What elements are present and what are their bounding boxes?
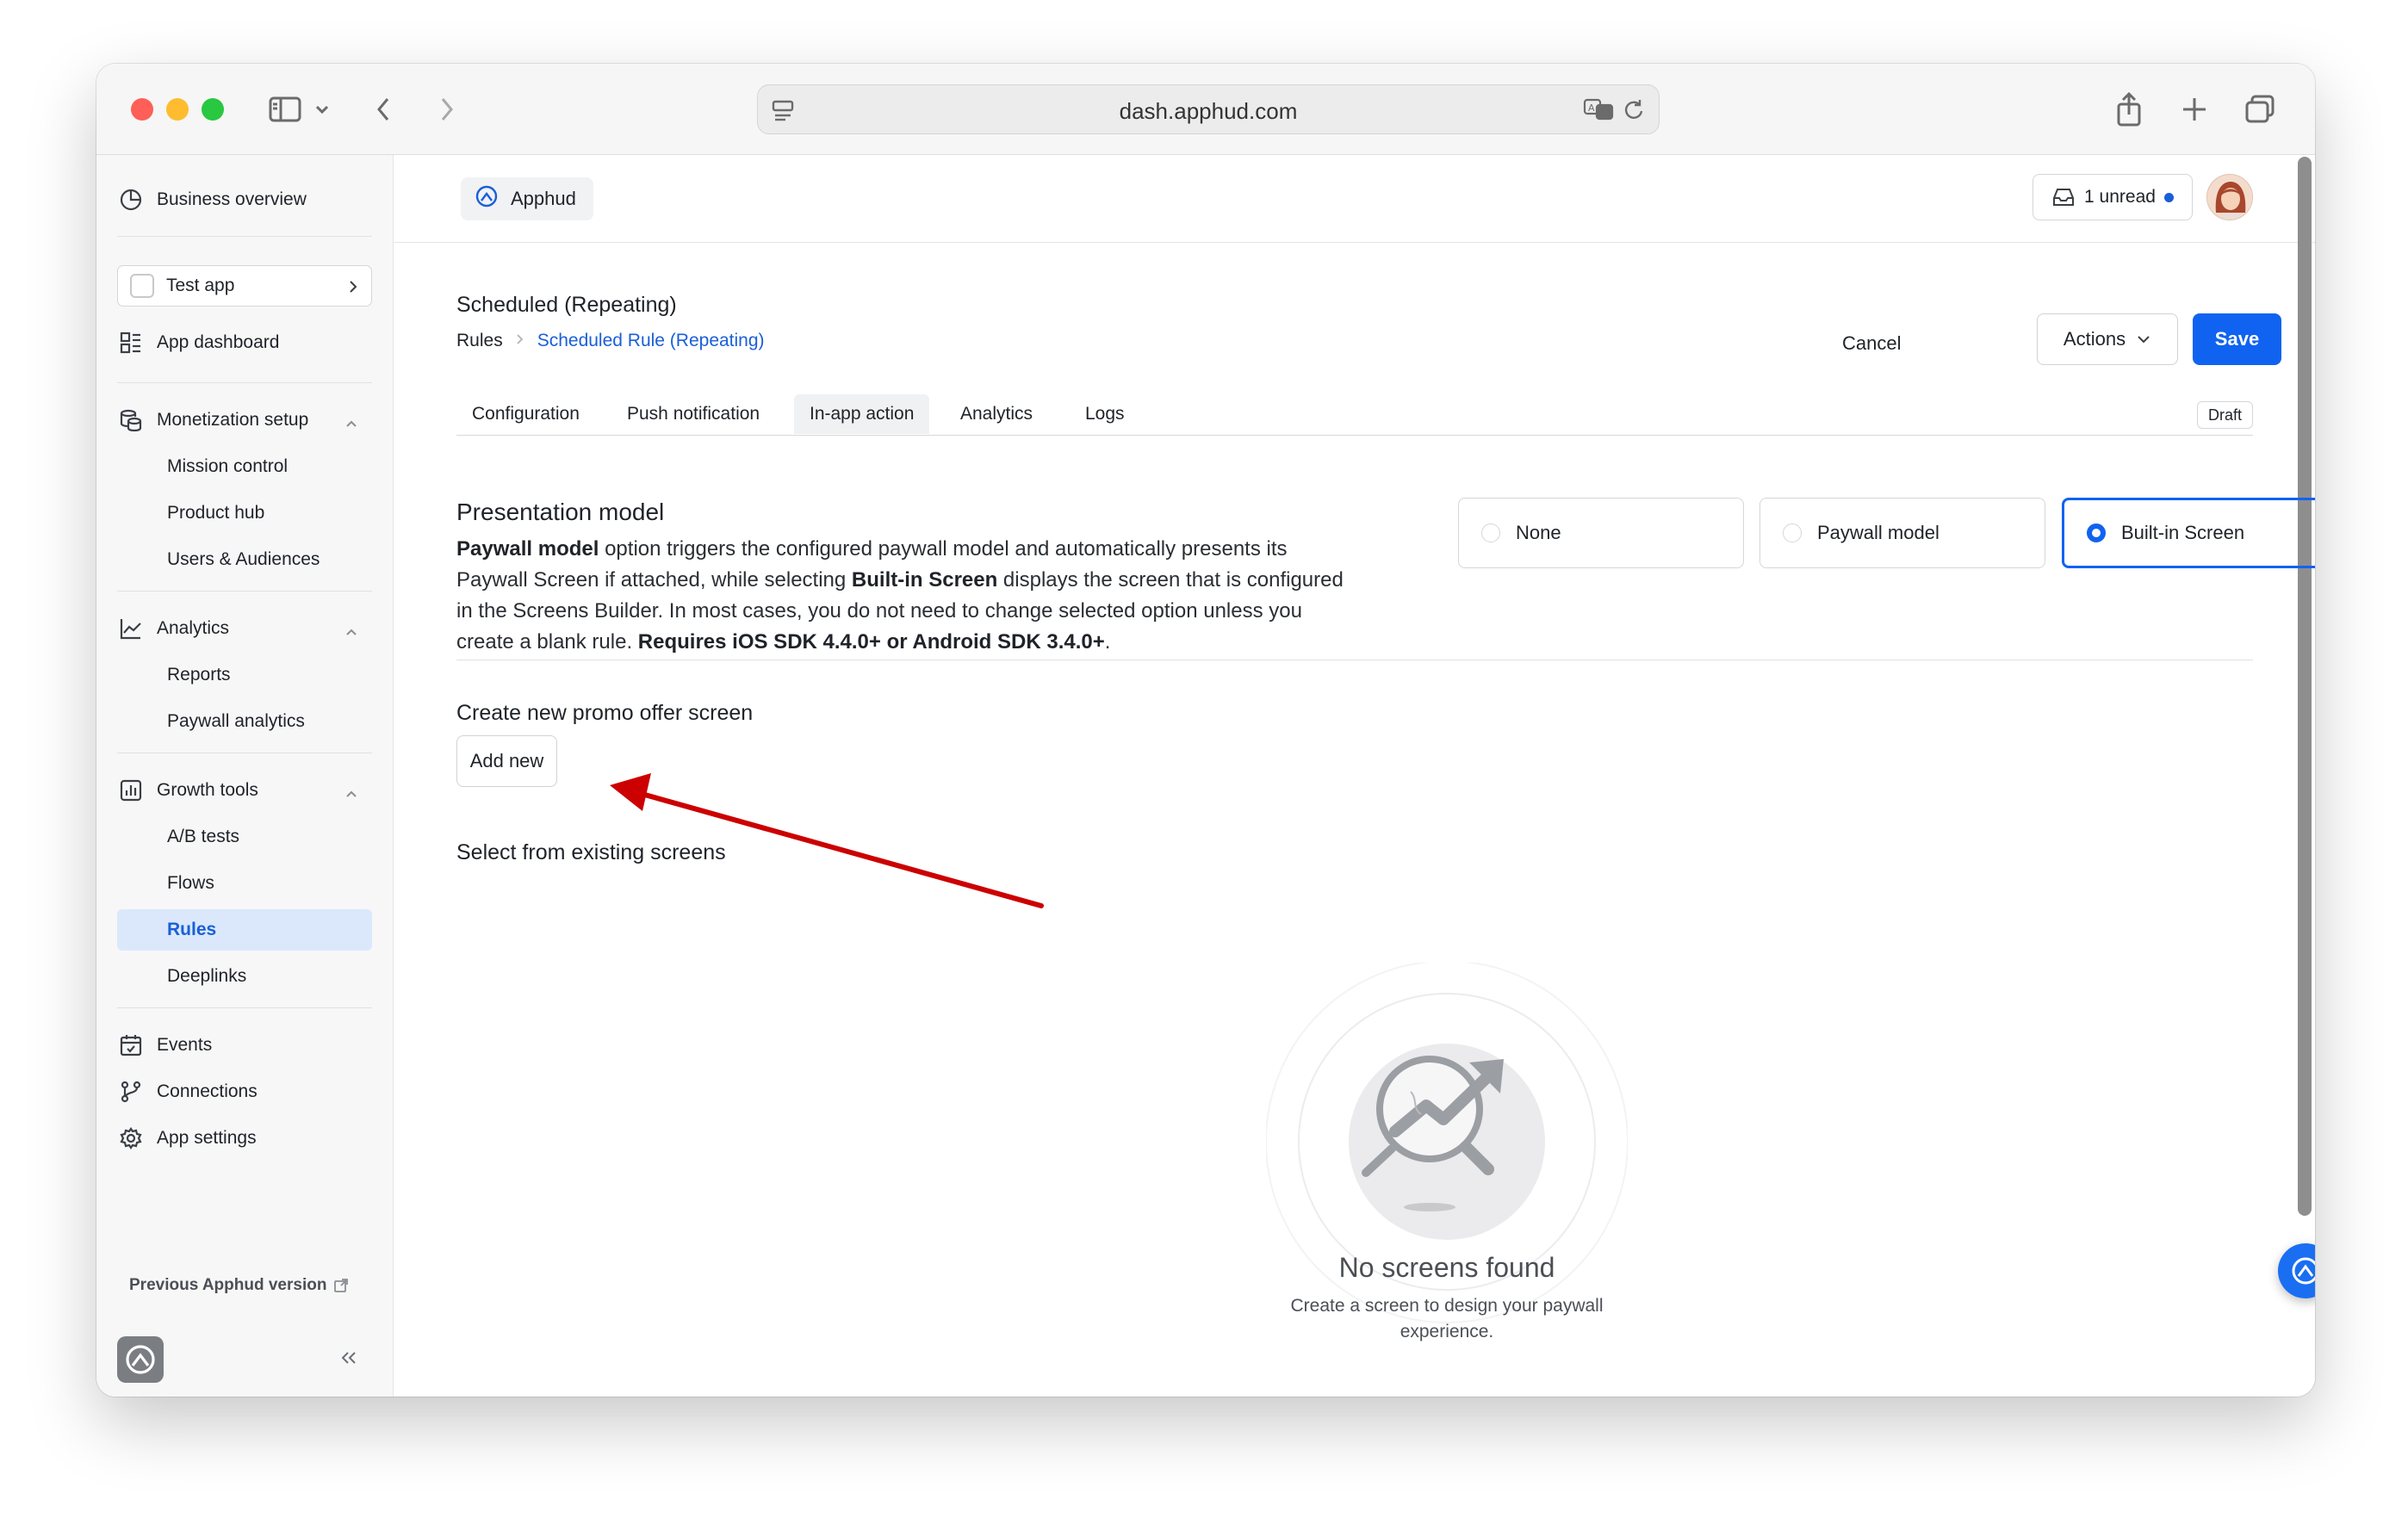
external-link-icon xyxy=(334,1279,349,1292)
apphud-logo[interactable] xyxy=(117,1336,164,1383)
support-chat-button[interactable] xyxy=(2278,1243,2315,1298)
app-name: Test app xyxy=(166,276,235,295)
chevron-down-icon[interactable] xyxy=(312,90,332,129)
add-new-button[interactable]: Add new xyxy=(456,735,557,787)
nav-reports[interactable]: Reports xyxy=(117,654,372,696)
app-icon xyxy=(130,274,154,298)
nav-app-dashboard[interactable]: App dashboard xyxy=(117,322,372,363)
back-icon[interactable] xyxy=(370,90,396,129)
option-label: Built-in Screen xyxy=(2121,522,2245,543)
calendar-icon xyxy=(117,1031,145,1059)
tab-in-app-action[interactable]: In-app action xyxy=(794,394,930,434)
radio-none[interactable] xyxy=(1481,523,1500,542)
main-content-overlay: Scheduled (Repeating) Cancel Actions Sav… xyxy=(394,64,2315,1397)
line-chart-icon xyxy=(117,615,145,642)
tab-push-notification[interactable]: Push notification xyxy=(611,394,775,434)
nav-mission-control[interactable]: Mission control xyxy=(117,446,372,487)
desc-text-6: . xyxy=(1104,630,1111,654)
nav-business-overview[interactable]: Business overview xyxy=(117,179,372,220)
chevron-up-icon xyxy=(344,413,358,434)
empty-state-title: No screens found xyxy=(1338,1252,1555,1283)
nav-app-settings[interactable]: App settings xyxy=(117,1118,372,1159)
option-paywall-model[interactable]: Paywall model xyxy=(1759,498,2045,568)
nav-label: App settings xyxy=(157,1128,257,1148)
sidebar-toggle-icon[interactable] xyxy=(265,90,305,129)
tab-logs[interactable]: Logs xyxy=(1070,394,1140,434)
nav-label: App dashboard xyxy=(157,332,280,352)
divider xyxy=(117,382,372,383)
nav-label: Analytics xyxy=(157,618,230,638)
previous-version-label: Previous Apphud version xyxy=(129,1276,327,1294)
cancel-button[interactable]: Cancel xyxy=(1842,332,1901,355)
tab-analytics[interactable]: Analytics xyxy=(945,394,1048,434)
option-label: Paywall model xyxy=(1817,522,1939,543)
collapse-sidebar-icon[interactable] xyxy=(339,1350,358,1370)
actions-button[interactable]: Actions xyxy=(2037,313,2178,365)
nav-label: Growth tools xyxy=(157,780,258,800)
chevron-up-icon xyxy=(344,622,358,642)
option-built-in-screen[interactable]: Built-in Screen xyxy=(2062,498,2315,568)
previous-version-link[interactable]: Previous Apphud version xyxy=(129,1276,349,1295)
minimize-window-button[interactable] xyxy=(166,98,189,121)
nav-monetization-setup[interactable]: Monetization setup xyxy=(117,400,372,441)
close-window-button[interactable] xyxy=(131,98,153,121)
desc-bold-1: Paywall model xyxy=(456,537,599,561)
nav-connections[interactable]: Connections xyxy=(117,1071,372,1112)
gear-icon xyxy=(117,1124,145,1152)
chevron-right-icon xyxy=(347,278,359,300)
radio-paywall-model[interactable] xyxy=(1783,523,1802,542)
chevron-up-icon xyxy=(344,784,358,804)
dashboard-icon xyxy=(117,329,145,356)
select-existing-title: Select from existing screens xyxy=(456,840,726,864)
nav-product-hub[interactable]: Product hub xyxy=(117,493,372,534)
connections-icon xyxy=(117,1078,145,1106)
tab-configuration[interactable]: Configuration xyxy=(456,394,595,434)
coins-icon xyxy=(117,406,145,434)
app-selector[interactable]: Test app xyxy=(117,265,372,307)
nav-label: Connections xyxy=(157,1081,258,1101)
status-badge: Draft xyxy=(2196,401,2253,429)
apphud-icon xyxy=(2292,1257,2315,1285)
nav-label: Monetization setup xyxy=(157,410,309,430)
bar-chart-icon xyxy=(117,777,145,804)
sidebar: Business overview Test app App dashboard… xyxy=(96,155,394,1397)
create-promo-title: Create new promo offer screen xyxy=(456,701,754,725)
tab-bar: Configuration Push notification In-app a… xyxy=(456,394,2253,436)
nav-events[interactable]: Events xyxy=(117,1025,372,1066)
divider xyxy=(117,236,372,237)
nav-users-audiences[interactable]: Users & Audiences xyxy=(117,539,372,580)
nav-label: Business overview xyxy=(157,189,307,209)
page-title: Scheduled (Repeating) xyxy=(456,293,677,317)
nav-label: Events xyxy=(157,1035,213,1055)
radio-built-in-screen[interactable] xyxy=(2087,523,2106,542)
nav-growth-tools[interactable]: Growth tools xyxy=(117,770,372,811)
chevron-down-icon xyxy=(2138,336,2150,344)
actions-label: Actions xyxy=(2063,328,2126,350)
zoom-window-button[interactable] xyxy=(202,98,224,121)
option-none[interactable]: None xyxy=(1458,498,1744,568)
nav-deeplinks[interactable]: Deeplinks xyxy=(117,956,372,997)
nav-analytics[interactable]: Analytics xyxy=(117,608,372,649)
desc-bold-5: Requires iOS SDK 4.4.0+ or Android SDK 3… xyxy=(637,630,1105,654)
nav-ab-tests[interactable]: A/B tests xyxy=(117,816,372,858)
divider xyxy=(117,591,372,592)
presentation-model-description: Paywall model option triggers the config… xyxy=(456,534,1352,658)
pie-chart-icon xyxy=(117,186,145,214)
browser-window: dash.apphud.com A Business overview Test… xyxy=(96,64,2315,1397)
divider xyxy=(117,1007,372,1008)
desc-bold-3: Built-in Screen xyxy=(851,568,998,592)
nav-flows[interactable]: Flows xyxy=(117,863,372,904)
option-label: None xyxy=(1516,522,1561,543)
nav-paywall-analytics[interactable]: Paywall analytics xyxy=(117,701,372,742)
nav-rules[interactable]: Rules xyxy=(117,909,372,951)
presentation-model-title: Presentation model xyxy=(456,499,665,525)
save-button[interactable]: Save xyxy=(2193,313,2281,365)
empty-state-description: Create a screen to design your paywall e… xyxy=(1290,1296,1604,1341)
